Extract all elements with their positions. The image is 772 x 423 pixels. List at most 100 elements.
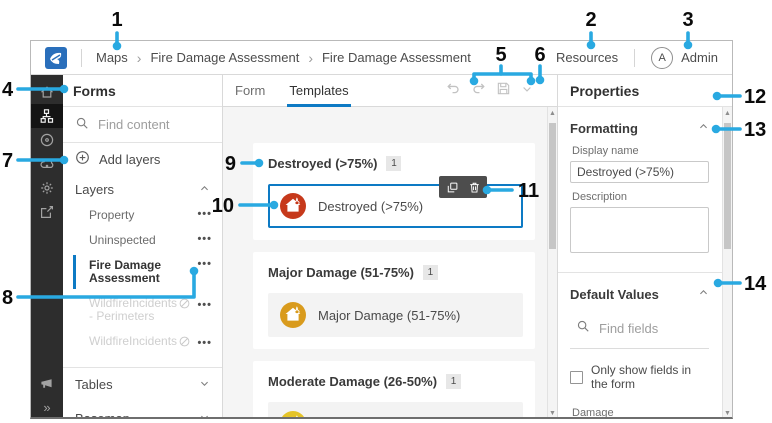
layer-label: WildfireIncidents xyxy=(89,335,173,348)
find-fields-search[interactable] xyxy=(570,311,709,349)
chevron-down-icon[interactable] xyxy=(521,82,533,100)
rail-megaphone-icon[interactable] xyxy=(31,371,63,395)
svg-text:1: 1 xyxy=(111,9,122,31)
layers-section-label: Layers xyxy=(75,182,114,197)
breadcrumb-item[interactable]: Fire Damage Assessment xyxy=(150,50,299,65)
breadcrumb-separator: › xyxy=(308,50,313,66)
collapse-formatting-icon[interactable] xyxy=(698,119,709,137)
svg-text:12: 12 xyxy=(744,86,766,108)
form-editor-panel: Form Templates Destroyed (>75%)1Destroye… xyxy=(223,75,558,419)
layer-options-menu[interactable]: ••• xyxy=(197,259,212,269)
only-show-fields-checkbox[interactable] xyxy=(570,371,583,384)
find-fields-input[interactable] xyxy=(599,321,699,336)
template-list-scrollbar[interactable]: ▲ ▼ xyxy=(547,107,557,419)
rail-gear-icon[interactable] xyxy=(31,176,63,200)
layer-options-menu[interactable]: ••• xyxy=(197,338,212,348)
header-divider xyxy=(634,49,635,67)
formatting-label: Formatting xyxy=(570,121,638,136)
rail-cloud-icon[interactable] xyxy=(31,152,63,176)
template-count-badge: 1 xyxy=(423,265,438,280)
find-content-search[interactable] xyxy=(63,107,222,143)
layer-row[interactable]: WildfireIncidents - Perimeters••• xyxy=(63,291,222,329)
damage-symbol-icon xyxy=(280,302,306,328)
tab-templates[interactable]: Templates xyxy=(289,75,348,107)
damage-symbol-icon xyxy=(280,193,306,219)
scrollbar-thumb[interactable] xyxy=(549,123,556,249)
visibility-off-icon xyxy=(178,297,191,313)
breadcrumb-item[interactable]: Maps xyxy=(96,50,128,65)
scroll-up-icon[interactable]: ▲ xyxy=(723,108,732,118)
basemap-section-label: Basemap xyxy=(75,411,130,420)
add-layers-button[interactable]: Add layers xyxy=(63,143,222,175)
layer-options-menu[interactable]: ••• xyxy=(197,300,212,310)
breadcrumb-item[interactable]: Fire Damage Assessment xyxy=(322,50,471,65)
display-name-label: Display name xyxy=(572,145,709,157)
tables-section-header[interactable]: Tables xyxy=(63,367,222,401)
rail-offline-icon[interactable] xyxy=(31,128,63,152)
template-card[interactable]: Destroyed (>75%) xyxy=(268,184,523,228)
layer-label: Property xyxy=(89,209,173,222)
scroll-down-icon[interactable]: ▼ xyxy=(723,408,732,418)
description-input[interactable] xyxy=(570,207,709,253)
undo-icon[interactable] xyxy=(446,81,461,101)
find-content-input[interactable] xyxy=(98,117,198,132)
template-count-badge: 1 xyxy=(446,374,461,389)
scroll-up-icon[interactable]: ▲ xyxy=(548,108,557,118)
resources-link[interactable]: Resources xyxy=(556,50,618,65)
default-values-label: Default Values xyxy=(570,287,659,302)
layers-section-header[interactable]: Layers xyxy=(63,175,222,203)
template-card[interactable]: Major Damage (51-75%) xyxy=(268,293,523,337)
layer-row[interactable]: Property ••• xyxy=(63,203,222,228)
template-group: Major Damage (51-75%)1Major Damage (51-7… xyxy=(253,252,535,349)
duplicate-button[interactable] xyxy=(446,181,459,194)
search-icon xyxy=(576,319,590,338)
template-card-label: Moderate Damage (26-50%) xyxy=(318,417,483,420)
save-icon[interactable] xyxy=(496,81,511,101)
layer-row[interactable]: WildfireIncidents ••• xyxy=(63,329,222,357)
layer-options-menu[interactable]: ••• xyxy=(197,234,212,244)
navigation-rail: » xyxy=(31,75,63,419)
template-card-toolbar xyxy=(439,176,487,198)
breadcrumb: Maps›Fire Damage Assessment›Fire Damage … xyxy=(96,50,471,66)
scroll-down-icon[interactable]: ▼ xyxy=(548,408,557,418)
section-divider xyxy=(558,272,723,273)
rail-forms-icon[interactable] xyxy=(31,104,63,128)
basemap-section-header[interactable]: Basemap xyxy=(63,401,222,419)
damage-field-label: Damage xyxy=(572,407,709,419)
rail-expand-icon[interactable]: » xyxy=(31,395,63,419)
scrollbar-thumb[interactable] xyxy=(724,123,731,249)
layer-row[interactable]: Uninspected••• xyxy=(63,228,222,253)
only-show-fields-label: Only show fields in the form xyxy=(591,363,709,391)
svg-text:7: 7 xyxy=(2,150,13,172)
layer-row[interactable]: Fire Damage Assessment••• xyxy=(63,253,222,291)
template-group-title: Destroyed (>75%) xyxy=(268,156,377,171)
template-card[interactable]: Moderate Damage (26-50%) xyxy=(268,402,523,419)
tab-form[interactable]: Form xyxy=(235,75,265,107)
template-card-label: Destroyed (>75%) xyxy=(318,199,423,214)
esri-logo-icon xyxy=(45,47,67,69)
description-label: Description xyxy=(572,191,709,203)
add-layers-label: Add layers xyxy=(99,152,160,167)
header-divider xyxy=(81,49,82,67)
trash-button[interactable] xyxy=(468,181,481,194)
search-icon xyxy=(75,116,89,133)
app-window: Maps›Fire Damage Assessment›Fire Damage … xyxy=(30,40,733,419)
editor-toolbar xyxy=(446,81,545,101)
svg-text:14: 14 xyxy=(744,273,767,295)
template-group-title: Moderate Damage (26-50%) xyxy=(268,374,437,389)
properties-scrollbar[interactable]: ▲ ▼ xyxy=(722,107,732,419)
redo-icon[interactable] xyxy=(471,81,486,101)
rail-share-icon[interactable] xyxy=(31,200,63,224)
editor-tab-bar: Form Templates xyxy=(223,75,557,107)
admin-menu[interactable]: Admin xyxy=(681,50,718,65)
svg-text:4: 4 xyxy=(2,79,14,101)
layer-options-menu[interactable]: ••• xyxy=(197,209,212,219)
avatar[interactable]: A xyxy=(651,47,673,69)
collapse-default-values-icon[interactable] xyxy=(698,285,709,303)
display-name-input[interactable] xyxy=(570,161,709,183)
template-group: Destroyed (>75%)1Destroyed (>75%) xyxy=(253,143,535,240)
chevron-up-icon xyxy=(199,182,210,197)
rail-home-icon[interactable] xyxy=(31,80,63,104)
formatting-section-header: Formatting xyxy=(570,119,709,137)
template-card-label: Major Damage (51-75%) xyxy=(318,308,460,323)
